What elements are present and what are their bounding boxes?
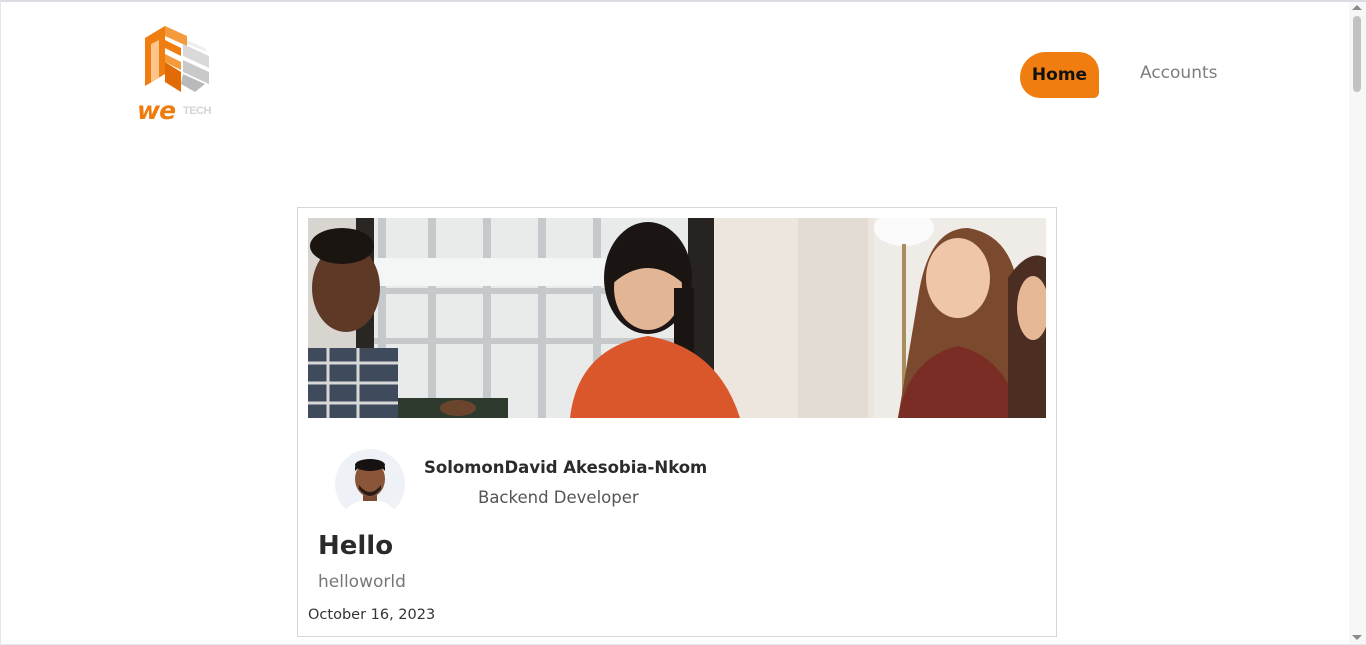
author-avatar[interactable] xyxy=(335,449,405,519)
logo-subtext: TECH xyxy=(183,105,211,117)
nav-home-button[interactable]: Home xyxy=(1020,52,1099,98)
scroll-down-icon[interactable] xyxy=(1352,635,1362,640)
brand-logo[interactable]: we TECH xyxy=(135,22,225,125)
scroll-up-icon[interactable] xyxy=(1352,5,1362,10)
post-banner-image xyxy=(308,218,1046,418)
author-role: Backend Developer xyxy=(478,488,639,507)
post-title[interactable]: Hello xyxy=(318,531,393,561)
browser-viewport: we TECH Home Accounts SolomonDavid Akeso… xyxy=(0,0,1366,645)
author-name[interactable]: SolomonDavid Akesobia-Nkom xyxy=(424,458,707,477)
logo-wordmark: we xyxy=(137,96,176,125)
cube-logo-icon xyxy=(145,26,209,92)
page-scrollbar[interactable] xyxy=(1349,2,1366,644)
post-date: October 16, 2023 xyxy=(308,607,436,623)
post-card[interactable]: SolomonDavid Akesobia-Nkom Backend Devel… xyxy=(297,207,1057,637)
scroll-thumb[interactable] xyxy=(1353,16,1361,92)
post-body: helloworld xyxy=(318,572,406,592)
nav-accounts-link[interactable]: Accounts xyxy=(1140,63,1218,83)
